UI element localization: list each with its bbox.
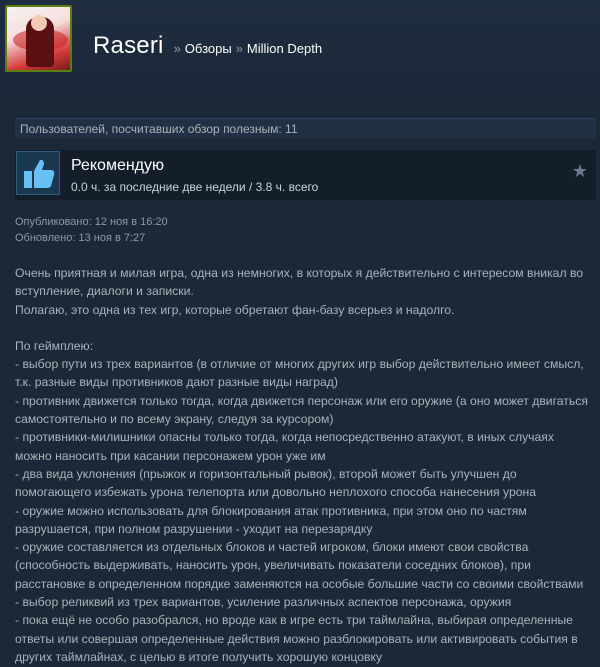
review-list-item: - пока ещё не особо разобрался, но вроде… [15,613,578,664]
star-icon[interactable]: ★ [572,162,588,180]
breadcrumb-separator: » [235,41,243,56]
review-list-item: - два вида уклонения (прыжок и горизонта… [15,466,537,500]
breadcrumb: Raseri » Обзоры » Million Depth [93,32,322,60]
review-section-heading: По геймплею: [15,338,94,353]
avatar-head [31,15,47,31]
review-list-item: - выбор реликвий из трех вариантов, усил… [15,595,512,610]
breadcrumb-game-link[interactable]: Million Depth [247,41,322,56]
breadcrumb-separator: » [173,41,181,56]
review-dates: Опубликовано: 12 ноя в 16:20 Обновлено: … [15,214,168,246]
breadcrumb-reviews-link[interactable]: Обзоры [185,41,232,56]
recommendation-box: Рекомендую 0.0 ч. за последние две недел… [15,150,596,200]
review-body: Очень приятная и милая игра, одна из нем… [15,264,590,666]
updated-date: Обновлено: 13 ноя в 7:27 [15,232,146,244]
review-list-item: - выбор пути из трех вариантов (в отличи… [15,357,584,390]
review-list-item: - противники-милишники опасны только тог… [15,430,554,463]
review-paragraph: Полагаю, это одна из тех игр, которые об… [15,302,455,317]
profile-header: Raseri » Обзоры » Million Depth [0,0,600,100]
thumbs-up-icon [16,151,60,195]
avatar[interactable] [5,5,72,72]
recommendation-title: Рекомендую [71,157,165,174]
review-list-item: - оружие можно использовать для блокиров… [15,503,527,536]
posted-date: Опубликовано: 12 ноя в 16:20 [15,216,168,228]
persona-name-link[interactable]: Raseri [93,32,164,60]
helpful-count: Пользователей, посчитавших обзор полезны… [15,118,596,138]
review-paragraph: Очень приятная и милая игра, одна из нем… [15,266,584,299]
review-list-item: - противник движется только тогда, когда… [15,393,588,427]
playtime: 0.0 ч. за последние две недели / 3.8 ч. … [71,180,319,194]
review-list-item: - оружие составляется из отдельных блоко… [15,540,584,591]
